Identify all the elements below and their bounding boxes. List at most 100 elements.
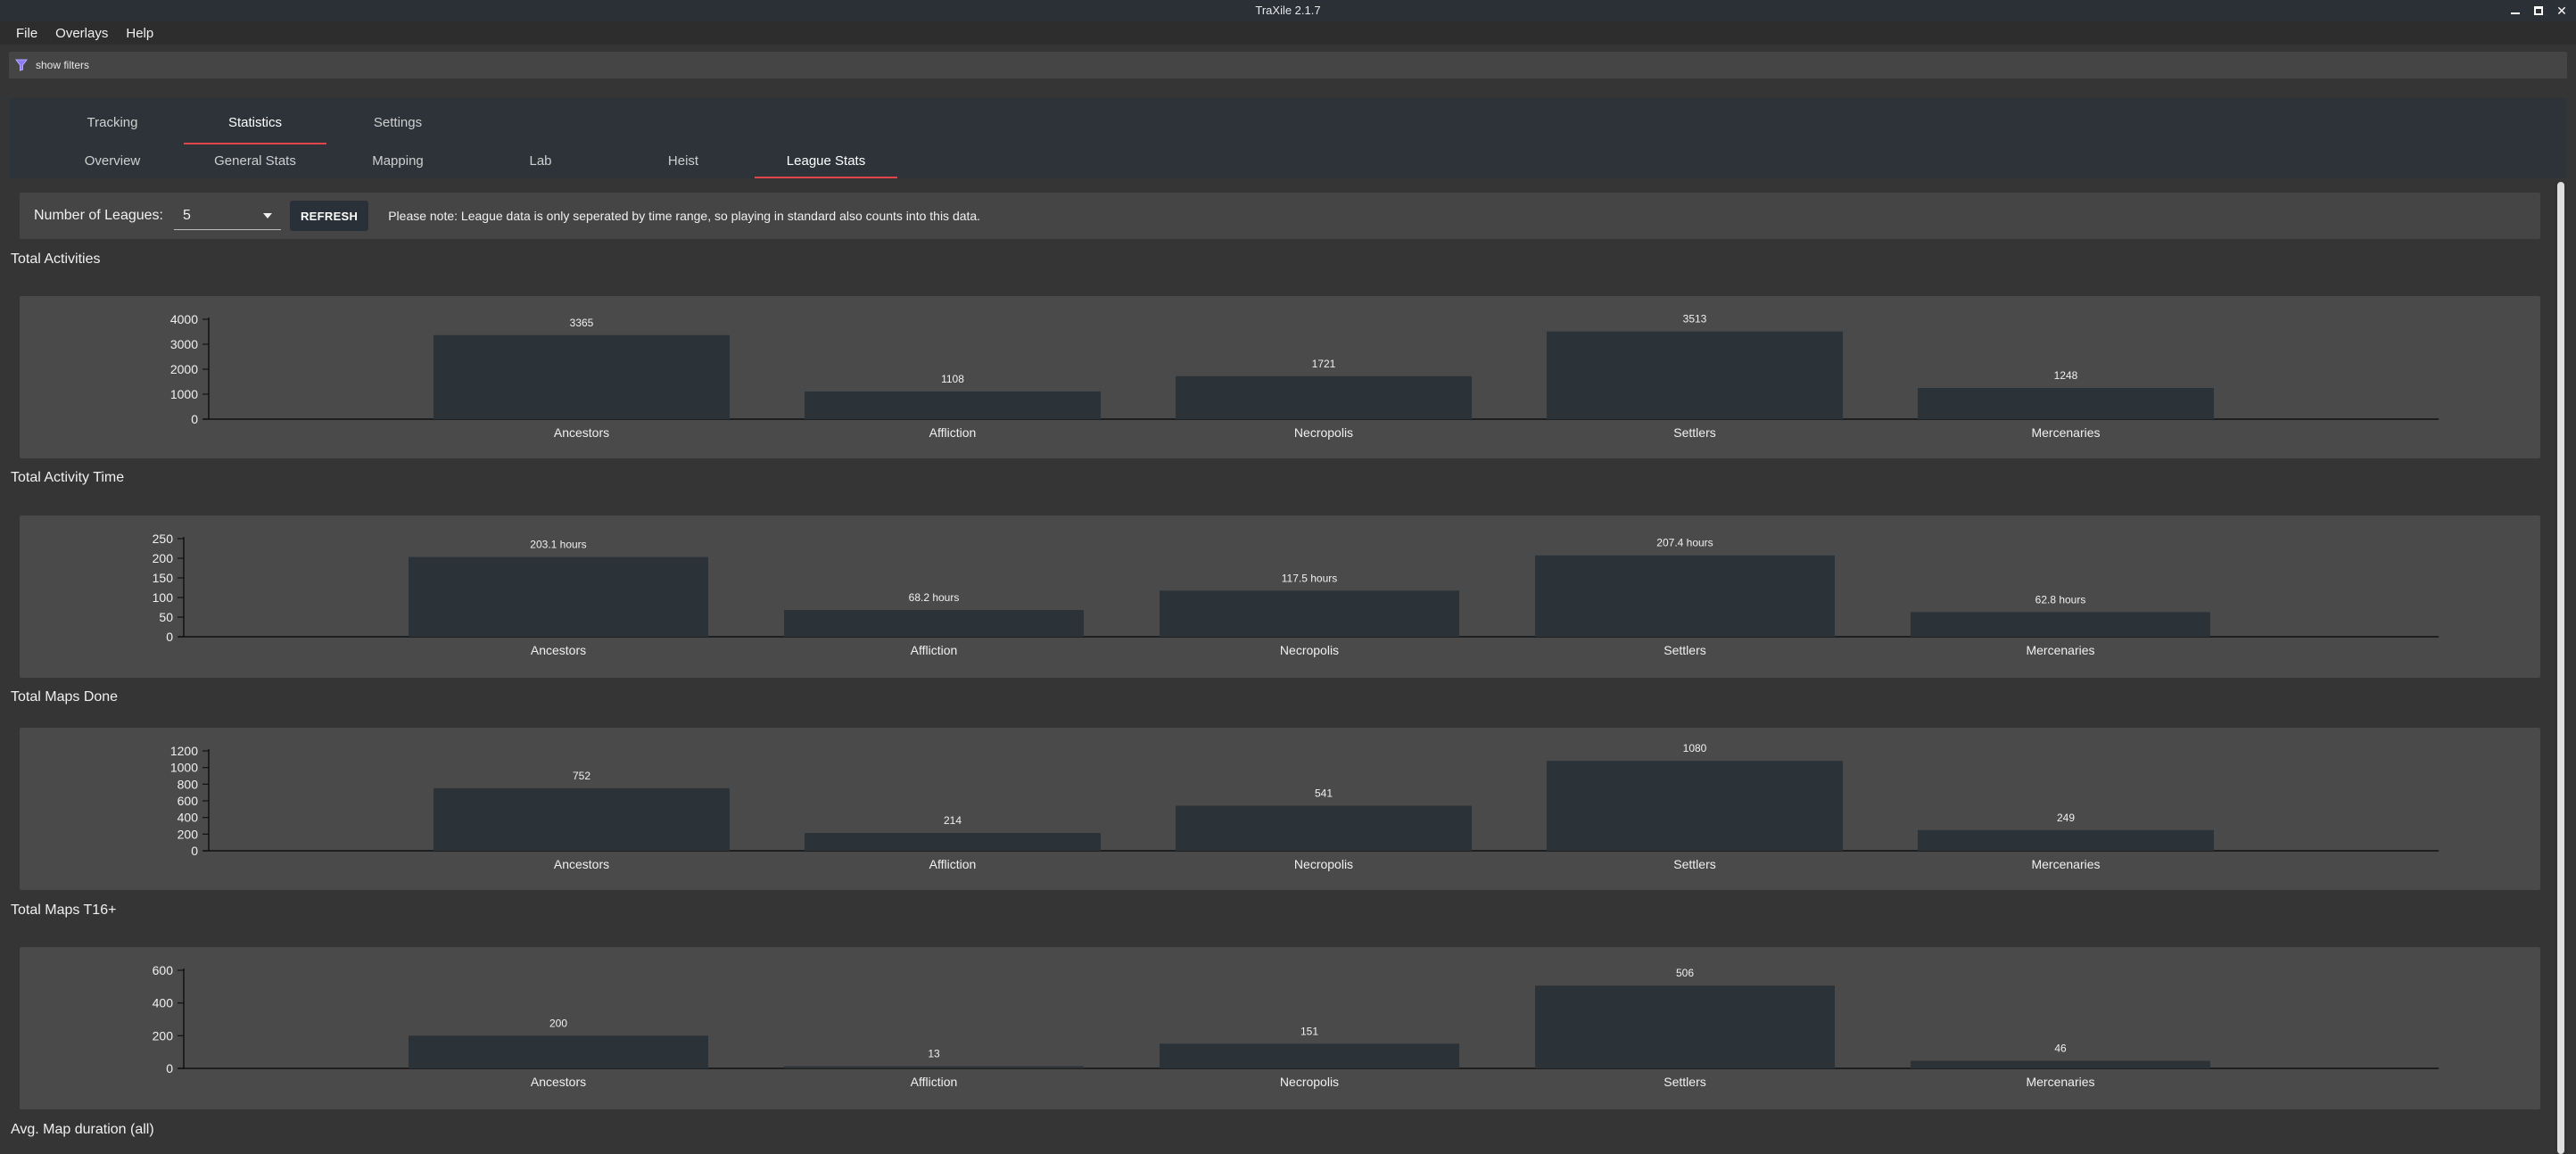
x-tick-label: Necropolis	[1294, 857, 1353, 871]
y-tick-label: 50	[159, 610, 173, 624]
minimize-icon[interactable]	[2510, 5, 2521, 16]
maximize-icon[interactable]	[2533, 5, 2544, 16]
y-tick-label: 800	[178, 777, 199, 791]
title-bar: TraXile 2.1.7 ✕	[0, 0, 2576, 21]
tab-lab[interactable]: Lab	[469, 148, 612, 178]
y-tick-label: 1000	[170, 387, 198, 401]
x-tick-label: Settlers	[1664, 643, 1705, 657]
section-title-total-maps-t16: Total Maps T16+	[11, 903, 117, 918]
league-note: Please note: League data is only seperat…	[388, 209, 981, 223]
x-tick-label: Settlers	[1673, 425, 1715, 440]
num-leagues-select[interactable]: 5	[173, 202, 281, 230]
menu-file[interactable]: File	[9, 26, 45, 41]
scrollbar-thumb[interactable]	[2557, 182, 2564, 1154]
bar-affliction	[784, 609, 1084, 637]
bar-ancestors	[433, 787, 730, 851]
y-tick-label: 600	[153, 963, 174, 977]
tab-tracking[interactable]: Tracking	[41, 105, 184, 144]
vertical-scrollbar[interactable]	[2555, 182, 2567, 1154]
league-controls: Number of Leagues: 5 REFRESH Please note…	[20, 193, 2540, 239]
section-title-total-activities: Total Activities	[11, 251, 101, 267]
y-tick-label: 200	[153, 551, 174, 565]
bar-necropolis	[1176, 805, 1472, 851]
y-tick-label: 0	[191, 412, 198, 426]
y-tick-label: 150	[153, 571, 174, 585]
filter-icon	[14, 58, 29, 72]
bar-ancestors	[409, 556, 708, 637]
x-tick-label: Ancestors	[531, 1075, 586, 1089]
refresh-button[interactable]: REFRESH	[289, 201, 369, 231]
data-label: 3365	[570, 317, 594, 329]
y-tick-label: 600	[178, 794, 199, 808]
section-title-total-maps-done: Total Maps Done	[11, 689, 119, 705]
y-tick-label: 4000	[170, 312, 198, 326]
tab-panel: Tracking Statistics Settings Overview Ge…	[9, 98, 2567, 178]
y-tick-label: 250	[153, 532, 174, 546]
data-label: 1248	[2054, 369, 2078, 382]
data-label: 541	[1315, 787, 1333, 800]
x-tick-label: Settlers	[1664, 1075, 1705, 1089]
x-tick-label: Ancestors	[531, 643, 586, 657]
tab-league-stats[interactable]: League Stats	[755, 148, 897, 178]
data-label: 62.8 hours	[2035, 593, 2086, 606]
data-label: 1080	[1683, 742, 1707, 754]
bar-settlers	[1547, 331, 1843, 419]
tab-overview[interactable]: Overview	[41, 148, 184, 178]
chart-total-maps-done: 0 200 400 600 800 1000 1200 752 Ancestors 214 Affl…	[170, 742, 2439, 871]
data-label: 117.5 hours	[1282, 572, 1338, 584]
menu-bar: File Overlays Help	[0, 21, 2576, 45]
bar-mercenaries	[1918, 829, 2214, 851]
y-tick-label: 2000	[170, 362, 198, 376]
bar-mercenaries	[1911, 612, 2210, 637]
chart-total-maps-t16: 0 200 400 600 200 Ancestors 13 Affliction 151 Nec…	[153, 963, 2439, 1089]
data-label: 207.4 hours	[1656, 537, 1713, 549]
bar-necropolis	[1160, 1043, 1459, 1068]
tab-mapping[interactable]: Mapping	[326, 148, 469, 178]
tab-general-stats[interactable]: General Stats	[184, 148, 326, 178]
tab-heist[interactable]: Heist	[612, 148, 755, 178]
x-tick-label: Mercenaries	[2026, 643, 2094, 657]
menu-overlays[interactable]: Overlays	[48, 26, 115, 41]
data-label: 1108	[941, 373, 964, 385]
chart-total-activity-time: 0 50 100 150 200 250 203.1 hours Ancestors 68.2 …	[153, 532, 2439, 657]
data-label: 46	[2054, 1043, 2067, 1055]
y-tick-label: 1200	[170, 744, 198, 758]
bar-ancestors	[409, 1035, 708, 1068]
x-tick-label: Mercenaries	[2026, 1075, 2094, 1089]
y-tick-label: 200	[178, 827, 199, 841]
show-filters-label: show filters	[36, 59, 90, 71]
data-label: 506	[1676, 967, 1694, 979]
tab-settings[interactable]: Settings	[326, 105, 469, 144]
window-controls: ✕	[2510, 0, 2567, 21]
x-tick-label: Affliction	[929, 425, 977, 440]
x-tick-label: Affliction	[929, 857, 977, 871]
y-tick-label: 100	[153, 590, 174, 605]
bar-settlers	[1535, 985, 1835, 1068]
close-icon[interactable]: ✕	[2556, 4, 2567, 17]
data-label: 214	[944, 814, 962, 827]
chart-total-activities: 0 1000 2000 3000 4000 3365 Ancestors 1108 Afflic…	[170, 312, 2439, 440]
chart-card-total-maps-done: 0 200 400 600 800 1000 1200 752 Ancestors 214 Affl…	[20, 728, 2540, 890]
x-tick-label: Affliction	[911, 1075, 958, 1089]
window-title: TraXile 2.1.7	[1255, 4, 1321, 17]
tab-statistics[interactable]: Statistics	[184, 105, 326, 144]
x-tick-label: Ancestors	[554, 425, 609, 440]
data-label: 1721	[1312, 358, 1336, 370]
num-leagues-value: 5	[182, 207, 191, 223]
menu-help[interactable]: Help	[119, 26, 161, 41]
y-tick-label: 0	[166, 630, 173, 644]
sub-tabs: Overview General Stats Mapping Lab Heist…	[9, 148, 897, 178]
bar-settlers	[1547, 761, 1843, 851]
bar-ancestors	[433, 334, 730, 419]
x-tick-label: Mercenaries	[2031, 425, 2100, 440]
show-filters-toggle[interactable]: show filters	[9, 52, 2567, 78]
data-label: 3513	[1683, 313, 1707, 326]
x-tick-label: Necropolis	[1280, 643, 1339, 657]
y-tick-label: 200	[153, 1028, 174, 1043]
league-stats-content: Number of Leagues: 5 REFRESH Please note…	[0, 178, 2551, 1154]
x-tick-label: Necropolis	[1280, 1075, 1339, 1089]
section-title-total-activity-time: Total Activity Time	[11, 470, 125, 485]
y-tick-label: 400	[153, 996, 174, 1010]
bar-mercenaries	[1911, 1060, 2210, 1068]
data-label: 68.2 hours	[909, 591, 960, 604]
